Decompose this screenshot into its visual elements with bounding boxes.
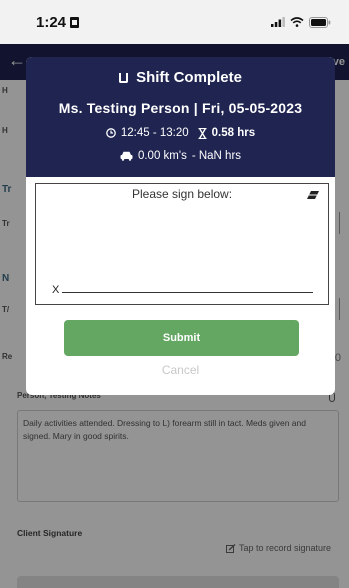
eraser-icon[interactable] [306,190,320,200]
time-summary: 12:45 - 13:20 0.58 hrs [26,127,335,139]
modal-title-row: Shift Complete [26,69,335,86]
submit-button[interactable]: Submit [64,320,299,356]
signature-line [62,292,313,293]
status-time: 1:24 [36,13,67,31]
distance-km: 0.00 km's [137,150,187,162]
status-indicators [271,16,331,28]
time-range: 12:45 - 13:20 [120,127,189,139]
signal-icon [271,17,285,27]
battery-icon [309,16,331,28]
modal-title: Shift Complete [136,69,242,86]
status-bar: 1:24 [0,0,349,44]
hourglass-icon [198,127,207,139]
status-time-group: 1:24 [36,13,80,31]
wifi-icon [290,17,304,27]
sim-icon [70,16,80,28]
sign-prompt: Please sign below: [131,187,233,201]
hours-total: 0.58 hrs [211,127,256,139]
clock-icon [106,128,116,138]
modal-subtitle: Ms. Testing Person | Fri, 05-05-2023 [58,100,303,116]
clipboard-icon [119,72,129,83]
distance-hours: - NaN hrs [191,150,242,162]
signature-pad[interactable]: Please sign below: X [35,183,329,305]
cancel-button[interactable]: Cancel [26,363,335,377]
car-icon [120,151,133,161]
modal-header: Shift Complete Ms. Testing Person | Fri,… [26,57,335,177]
distance-summary: 0.00 km's - NaN hrs [26,150,335,162]
shift-complete-modal: Shift Complete Ms. Testing Person | Fri,… [26,57,335,395]
sign-x-marker: X [52,284,60,296]
